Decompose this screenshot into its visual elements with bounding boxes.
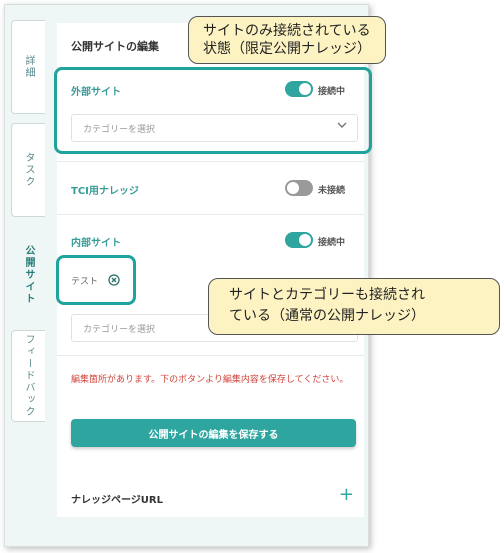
plus-icon[interactable]: + xyxy=(339,486,354,504)
tab-feedback[interactable]: フィードバック xyxy=(11,330,45,422)
callout-site-only: サイトのみ接続されている 状態（限定公開ナレッジ） xyxy=(187,16,386,94)
tab-tasks[interactable]: タスク xyxy=(11,123,45,217)
divider xyxy=(57,214,364,215)
highlight-test-tag xyxy=(56,255,136,305)
tab-label: 詳細 xyxy=(23,55,34,79)
section-label-tci-knowledge: TCI用ナレッジ xyxy=(71,186,139,197)
callout-line: サイトのみ接続されている xyxy=(203,23,371,39)
tab-details[interactable]: 詳細 xyxy=(11,20,45,114)
callout-line: 状態（限定公開ナレッジ） xyxy=(203,41,371,57)
tab-label: 公開サイト xyxy=(23,245,34,305)
highlight-external-site xyxy=(54,67,372,154)
save-public-site-button[interactable]: 公開サイトの編集を保存する xyxy=(71,419,356,447)
panel-title: 公開サイトの編集 xyxy=(71,40,159,53)
tab-label: フィードバック xyxy=(23,334,34,418)
tab-public-site[interactable]: 公開サイト xyxy=(11,227,45,323)
tci-knowledge-toggle[interactable] xyxy=(285,180,313,196)
callout-line: サイトとカテゴリーも接続され xyxy=(229,287,425,303)
divider xyxy=(57,161,364,162)
divider xyxy=(57,355,364,356)
tci-knowledge-status: 未接続 xyxy=(318,186,346,196)
knowledge-url-card[interactable]: ナレッジページURL + xyxy=(57,477,364,517)
internal-site-toggle[interactable] xyxy=(285,232,313,248)
callout-site-and-category: サイトとカテゴリーも接続され ている（通常の公開ナレッジ） xyxy=(130,278,500,335)
select-placeholder: カテゴリーを選択 xyxy=(83,325,156,335)
knowledge-url-label: ナレッジページURL xyxy=(71,495,163,506)
tab-label: タスク xyxy=(23,152,34,188)
section-label-internal-site: 内部サイト xyxy=(71,238,121,249)
internal-site-status: 接続中 xyxy=(318,238,346,248)
unsaved-warning: 編集箇所があります。下のボタンより編集内容を保存してください。 xyxy=(71,375,349,385)
callout-line: ている（通常の公開ナレッジ） xyxy=(229,308,425,324)
